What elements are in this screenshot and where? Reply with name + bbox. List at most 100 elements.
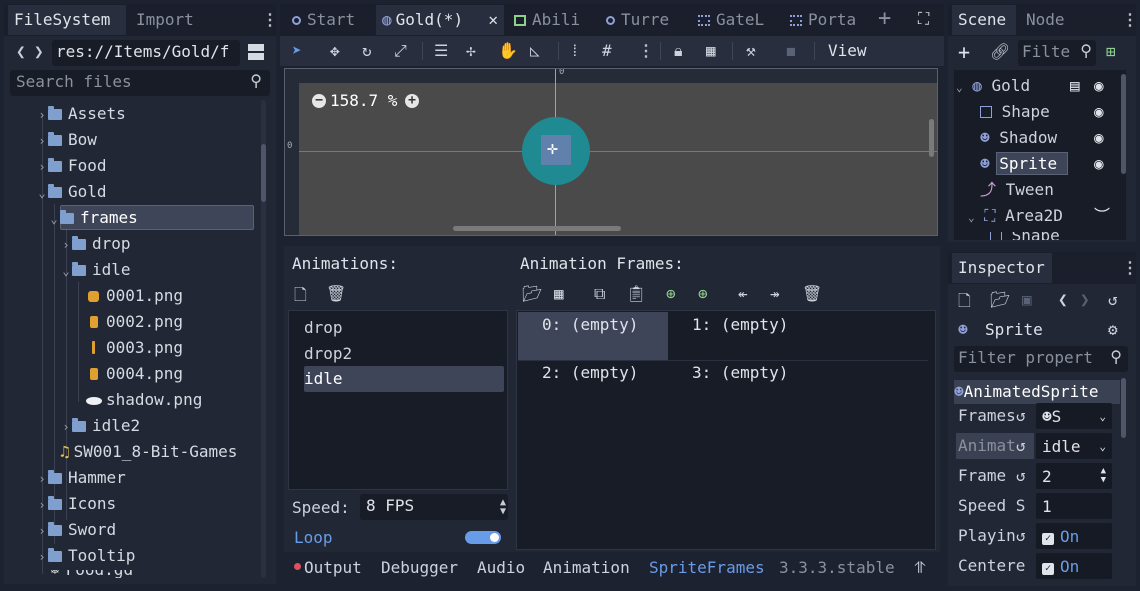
- scene-node-shape[interactable]: Shape ◉: [980, 100, 1120, 124]
- scene-node-shadow[interactable]: ☻ Shadow ◉: [980, 126, 1120, 150]
- rotate-tool-icon[interactable]: ↻: [362, 41, 372, 60]
- loop-toggle[interactable]: [465, 531, 501, 544]
- script-attached-icon[interactable]: ▤: [1070, 74, 1080, 98]
- filesystem-scrollbar[interactable]: [261, 100, 266, 578]
- copy-frame-icon[interactable]: ⧉: [594, 284, 605, 304]
- lock-icon[interactable]: 🔒︎: [674, 41, 683, 61]
- tree-item-gold[interactable]: ⌄ Gold: [36, 180, 106, 204]
- move-right-icon[interactable]: ↠: [770, 284, 780, 303]
- tree-item-0004-png[interactable]: 0004.png: [88, 362, 183, 386]
- expand-panel-icon[interactable]: ⥣: [914, 558, 926, 578]
- snap-options-icon[interactable]: ⋮: [638, 41, 654, 60]
- camera-icon[interactable]: ◼: [786, 41, 796, 60]
- new-tab-icon[interactable]: +: [878, 6, 891, 31]
- group-icon[interactable]: ▦: [706, 41, 716, 60]
- tree-item-0003-png[interactable]: 0003.png: [88, 336, 183, 360]
- new-resource-icon[interactable]: 🗋︎: [958, 290, 971, 317]
- forward-arrow-icon[interactable]: ❯: [34, 42, 44, 61]
- prop-animation[interactable]: Animat ↺ idle ⌄: [954, 432, 1128, 460]
- bottom-tab-audio[interactable]: Audio: [477, 558, 525, 577]
- scene-filter-input[interactable]: Filte ⚲: [1018, 40, 1096, 66]
- inspector-section-animatedsprite[interactable]: ☻AnimatedSprite: [954, 380, 1120, 404]
- tab-turre[interactable]: Turre: [600, 5, 675, 35]
- dropdown-arrow-icon[interactable]: ⌄: [1099, 403, 1106, 431]
- revert-icon[interactable]: ↺: [1016, 402, 1026, 430]
- insert-empty-before-icon[interactable]: ⊕: [666, 284, 676, 303]
- new-animation-icon[interactable]: 🗋︎: [294, 284, 307, 311]
- close-tab-icon[interactable]: ✕: [488, 5, 498, 35]
- tab-filesystem[interactable]: FileSystem: [8, 5, 126, 35]
- zoom-in-button[interactable]: +: [405, 94, 419, 108]
- tab-gatel[interactable]: GateL: [692, 5, 770, 35]
- prop-frame[interactable]: Frame ↺ 2 ▲ ▼: [954, 462, 1128, 490]
- back-arrow-icon[interactable]: ❮: [16, 42, 26, 61]
- tree-item-audio[interactable]: ♫ SW001_8-Bit-Games: [60, 440, 237, 464]
- frame-0[interactable]: 0: (empty): [518, 312, 668, 360]
- bone-icon[interactable]: ⚒: [746, 41, 756, 60]
- bottom-tab-output[interactable]: Output: [304, 558, 362, 577]
- tree-item-idle[interactable]: ⌄ idle: [60, 258, 130, 282]
- zoom-level[interactable]: 158.7 %: [330, 91, 397, 110]
- inspector-scrollbar[interactable]: [1121, 378, 1126, 438]
- scene-scrollbar[interactable]: [1121, 74, 1126, 174]
- revert-icon[interactable]: ↺: [1016, 432, 1026, 460]
- frame-1[interactable]: 1: (empty): [668, 312, 818, 360]
- animation-item-idle[interactable]: idle: [304, 366, 504, 392]
- inspector-menu-icon[interactable]: ⋮: [1122, 258, 1138, 277]
- tree-item-food[interactable]: › Food: [36, 154, 106, 178]
- grid-snap-icon[interactable]: #: [602, 41, 612, 60]
- prop-frames[interactable]: Frames ↺ ☻S ⌄: [954, 402, 1128, 430]
- tree-item-sword[interactable]: › Sword: [36, 518, 116, 542]
- frame-2[interactable]: 2: (empty): [518, 360, 668, 408]
- tree-item-bow[interactable]: › Bow: [36, 128, 97, 152]
- visibility-eye-icon[interactable]: ◉: [1094, 126, 1104, 150]
- tree-item-drop[interactable]: › drop: [60, 232, 130, 256]
- move-tool-icon[interactable]: ✥: [330, 41, 340, 60]
- tab-gold[interactable]: ◍ Gold(*) ✕: [376, 5, 504, 35]
- prop-speed-scale[interactable]: Speed S1: [954, 492, 1128, 520]
- filter-properties-input[interactable]: Filter propert ⚲: [954, 346, 1128, 372]
- scene-node-tween[interactable]: ⤴ Tween: [980, 178, 1120, 202]
- add-script-icon[interactable]: ⊞: [1106, 42, 1116, 61]
- view-menu[interactable]: View: [828, 41, 867, 60]
- tab-abili[interactable]: Abili: [508, 5, 586, 35]
- filesystem-path-field[interactable]: res://Items/Gold/f: [52, 40, 240, 66]
- animation-item-drop2[interactable]: drop2: [304, 344, 352, 363]
- tree-item-idle2[interactable]: › idle2: [60, 414, 140, 438]
- tree-item-assets[interactable]: › Assets: [36, 102, 125, 126]
- revert-icon[interactable]: ↺: [1016, 522, 1026, 550]
- delete-animation-icon[interactable]: 🗑︎: [326, 284, 346, 303]
- scene-node-gold[interactable]: ⌄ ◍ Gold ▤ ◉: [956, 74, 1112, 98]
- tree-item-0002-png[interactable]: 0002.png: [88, 310, 183, 334]
- tab-porta[interactable]: Porta: [784, 5, 862, 35]
- add-node-icon[interactable]: +: [958, 40, 970, 64]
- insert-empty-after-icon[interactable]: ⊕: [698, 284, 708, 303]
- spin-arrows-icon[interactable]: ▲ ▼: [500, 498, 506, 517]
- load-frames-icon[interactable]: 📂︎: [522, 284, 542, 303]
- scale-tool-icon[interactable]: ⤢: [394, 41, 407, 61]
- tab-import[interactable]: Import: [130, 5, 204, 35]
- spritesheet-icon[interactable]: ▦: [554, 284, 564, 303]
- dropdown-arrow-icon[interactable]: ⌄: [1099, 433, 1106, 461]
- zoom-out-button[interactable]: −: [312, 94, 326, 108]
- scene-menu-icon[interactable]: ⋮: [1122, 10, 1138, 29]
- signal-icon[interactable]: ︶: [1094, 204, 1110, 228]
- visibility-eye-icon[interactable]: ◉: [1094, 74, 1104, 98]
- paste-frame-icon[interactable]: 📋︎: [626, 284, 646, 303]
- object-properties-icon[interactable]: ⚙: [1108, 320, 1118, 339]
- load-resource-icon[interactable]: 📂︎: [990, 290, 1010, 309]
- search-files-input[interactable]: Search files ⚲: [10, 70, 270, 96]
- tree-item-0001-png[interactable]: 0001.png: [88, 284, 183, 308]
- fullscreen-icon[interactable]: ⛶: [918, 9, 929, 29]
- tab-scene[interactable]: Scene: [952, 5, 1016, 35]
- ruler-tool-icon[interactable]: ◺: [530, 41, 540, 60]
- spin-arrows-icon[interactable]: ▲ ▼: [1101, 467, 1106, 485]
- tree-item-hammer[interactable]: › Hammer: [36, 466, 125, 490]
- tree-item-shadow-png[interactable]: shadow.png: [86, 388, 202, 412]
- scene-node-area-shape[interactable]: Shape: [990, 232, 1120, 240]
- history-icon[interactable]: ↺: [1108, 290, 1118, 309]
- bottom-tab-spriteframes[interactable]: SpriteFrames: [649, 558, 765, 577]
- tree-item-food-gd[interactable]: ☸Food.gd: [50, 570, 133, 578]
- checkbox-checked-icon[interactable]: ✓: [1042, 533, 1054, 545]
- instance-scene-icon[interactable]: 🔗︎: [990, 42, 1010, 61]
